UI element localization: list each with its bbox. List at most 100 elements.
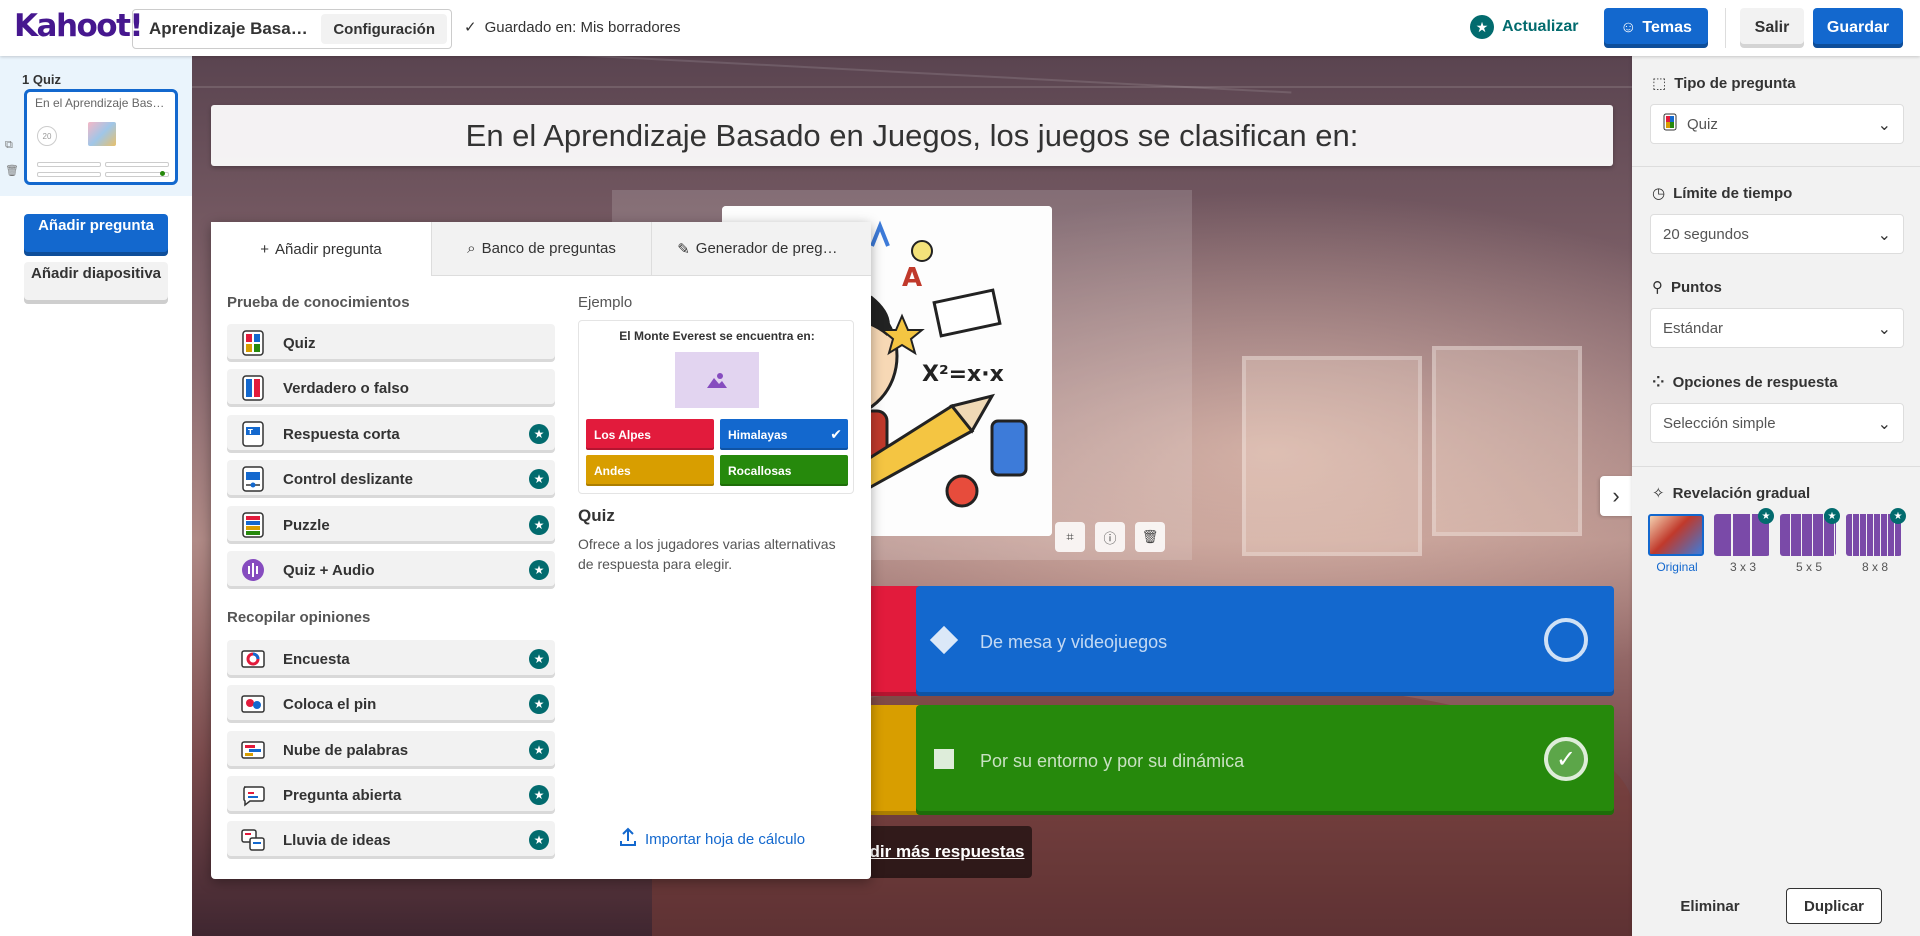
question-type-open-ended[interactable]: Pregunta abierta ★ xyxy=(227,776,555,814)
answer-text[interactable]: Por su entorno y por su dinámica xyxy=(980,751,1244,772)
clock-icon: ◷ xyxy=(1652,185,1666,202)
add-slide-button[interactable]: Añadir diapositiva xyxy=(24,262,168,304)
reveal-option-original[interactable]: Original xyxy=(1648,514,1706,574)
question-type-slider[interactable]: Control deslizante ★ xyxy=(227,460,555,498)
add-question-panel: + Añadir pregunta ⌕ Banco de preguntas ✎… xyxy=(211,222,871,879)
time-limit-select[interactable]: 20 segundos ⌄ xyxy=(1650,214,1904,254)
trash-icon[interactable]: 🗑 xyxy=(5,158,19,184)
thumb-answer xyxy=(37,162,101,167)
upgrade-label: Actualizar xyxy=(1502,18,1579,35)
example-preview: El Monte Everest se encuentra en: Los Al… xyxy=(578,320,854,494)
points-select[interactable]: Estándar ⌄ xyxy=(1650,308,1904,348)
reveal-option-3x3[interactable]: ★ 3 x 3 xyxy=(1714,508,1774,574)
example-answer: Los Alpes xyxy=(586,419,714,450)
duplicate-icon[interactable]: ⧉ xyxy=(5,132,19,158)
question-type-brainstorm[interactable]: Lluvia de ideas ★ xyxy=(227,821,555,859)
question-type-label: Quiz xyxy=(283,334,316,352)
palette-icon: ☺ xyxy=(1620,19,1637,36)
audio-icon xyxy=(241,557,265,583)
tab-question-bank[interactable]: ⌕ Banco de preguntas xyxy=(431,222,651,276)
star-icon: ★ xyxy=(1470,15,1494,39)
question-type-drop-pin[interactable]: Coloca el pin ★ xyxy=(227,685,555,723)
svg-text:X²=x·x: X²=x·x xyxy=(922,362,1004,387)
question-title[interactable]: En el Aprendizaje Basado en Juegos, los … xyxy=(211,105,1613,166)
reveal-option-5x5[interactable]: ★ 5 x 5 xyxy=(1780,508,1840,574)
premium-star-icon: ★ xyxy=(529,515,549,535)
chevron-right-icon[interactable]: › xyxy=(1600,476,1632,516)
tab-add-question[interactable]: + Añadir pregunta xyxy=(211,222,431,276)
reveal-option-8x8[interactable]: ★ 8 x 8 xyxy=(1846,508,1906,574)
time-limit-heading: ◷ Límite de tiempo xyxy=(1652,184,1793,203)
question-type-heading: ⬚ Tipo de pregunta xyxy=(1652,74,1796,93)
question-type-word-cloud[interactable]: Nube de palabras ★ xyxy=(227,731,555,769)
question-type-label: Lluvia de ideas xyxy=(283,831,391,849)
trash-icon[interactable]: 🗑 xyxy=(1135,522,1165,552)
quiz-icon xyxy=(241,330,265,356)
question-type-label: Verdadero o falso xyxy=(283,379,409,397)
premium-star-icon: ★ xyxy=(529,830,549,850)
question-type-select[interactable]: Quiz ⌄ xyxy=(1650,104,1904,144)
premium-star-icon: ★ xyxy=(1758,508,1774,524)
duplicate-button[interactable]: Duplicar xyxy=(1786,888,1882,924)
add-more-answers-button[interactable]: dir más respuestas xyxy=(852,826,1032,878)
kahoot-title-box[interactable]: Aprendizaje Basado en Juegos Configuraci… xyxy=(132,9,452,49)
square-icon xyxy=(934,749,954,769)
slide-thumbnail[interactable]: En el Aprendizaje Basado en Juegos, los … xyxy=(24,89,178,185)
question-type-true-false[interactable]: Verdadero o falso xyxy=(227,369,555,407)
settings-button[interactable]: Configuración xyxy=(321,14,447,44)
question-type-puzzle[interactable]: Puzzle ★ xyxy=(227,506,555,544)
panel-tabs: + Añadir pregunta ⌕ Banco de preguntas ✎… xyxy=(211,222,871,276)
slide-list-item[interactable]: 1 Quiz ⧉ 🗑 En el Aprendizaje Basado en J… xyxy=(0,56,192,196)
premium-star-icon: ★ xyxy=(529,469,549,489)
kahoot-logo[interactable]: Kahoot! xyxy=(14,8,144,44)
answer-options-select[interactable]: Selección simple ⌄ xyxy=(1650,403,1904,443)
top-bar: Kahoot! Aprendizaje Basado en Juegos Con… xyxy=(0,0,1920,56)
exit-button[interactable]: Salir xyxy=(1740,8,1804,48)
question-type-short-answer[interactable]: T Respuesta corta ★ xyxy=(227,415,555,453)
premium-star-icon: ★ xyxy=(529,694,549,714)
premium-star-icon: ★ xyxy=(529,649,549,669)
delete-button[interactable]: Eliminar xyxy=(1660,888,1760,924)
svg-text:A: A xyxy=(902,263,922,293)
checkmark-icon: ✓ xyxy=(464,19,477,36)
example-heading: Ejemplo xyxy=(578,294,633,311)
tab-question-generator[interactable]: ✎ Generador de preguntas xyxy=(651,222,871,276)
upload-icon xyxy=(619,827,637,851)
thumb-image xyxy=(88,122,116,146)
answer-blue[interactable]: De mesa y videojuegos xyxy=(916,586,1614,696)
themes-label: Temas xyxy=(1642,19,1692,36)
section-heading: Recopilar opiniones xyxy=(227,609,371,626)
answer-text[interactable]: De mesa y videojuegos xyxy=(980,632,1167,653)
background-window xyxy=(1242,356,1422,556)
themes-button[interactable]: ☺ Temas xyxy=(1604,8,1708,48)
upgrade-button[interactable]: ★ Actualizar xyxy=(1470,15,1578,39)
example-answer: Rocallosas xyxy=(720,455,848,486)
import-spreadsheet-link[interactable]: Importar hoja de cálculo xyxy=(619,827,805,851)
sparkle-icon: ✧ xyxy=(1652,485,1665,502)
question-type-quiz[interactable]: Quiz xyxy=(227,324,555,362)
premium-star-icon: ★ xyxy=(529,785,549,805)
save-status-text: Guardado en: Mis borradores xyxy=(484,18,681,36)
kahoot-title[interactable]: Aprendizaje Basado en Juegos xyxy=(149,19,309,39)
premium-star-icon: ★ xyxy=(529,740,549,760)
crop-icon[interactable]: ⌗ xyxy=(1055,522,1085,552)
question-type-label: Coloca el pin xyxy=(283,695,377,713)
question-type-poll[interactable]: Encuesta ★ xyxy=(227,640,555,678)
answer-green[interactable]: Por su entorno y por su dinámica ✓ xyxy=(916,705,1614,815)
correct-toggle[interactable]: ✓ xyxy=(1544,737,1588,781)
answer-options-icon: ⁘ xyxy=(1652,374,1665,391)
example-type-name: Quiz xyxy=(578,506,615,525)
premium-star-icon: ★ xyxy=(529,560,549,580)
info-icon[interactable]: ⓘ xyxy=(1095,522,1125,552)
chevron-down-icon: ⌄ xyxy=(1877,227,1891,244)
media-toolbar: ⌗ ⓘ 🗑 xyxy=(1055,522,1165,552)
save-button[interactable]: Guardar xyxy=(1813,8,1903,48)
chevron-down-icon: ⌄ xyxy=(1877,117,1891,134)
add-question-button[interactable]: Añadir pregunta xyxy=(24,214,168,256)
diamond-icon xyxy=(929,625,959,655)
save-status: ✓ Guardado en: Mis borradores xyxy=(464,18,681,37)
correct-toggle[interactable] xyxy=(1544,618,1588,662)
checkmark-icon: ✔ xyxy=(830,426,842,442)
open-ended-icon xyxy=(241,782,265,808)
question-type-quiz-audio[interactable]: Quiz + Audio ★ xyxy=(227,551,555,589)
